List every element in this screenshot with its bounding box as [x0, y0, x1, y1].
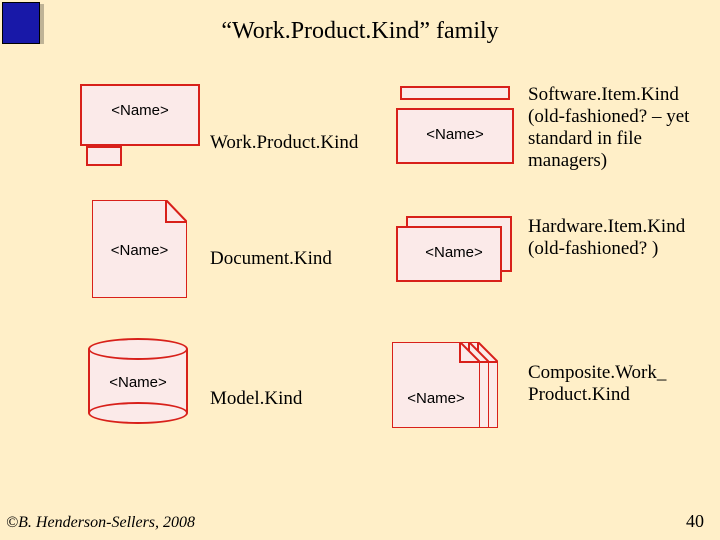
document-kind-icon: <Name>	[92, 200, 187, 298]
model-kind-icon: <Name>	[88, 338, 188, 424]
hardware-item-kind-icon: <Name>	[396, 216, 512, 282]
slide-title: “Work.Product.Kind” family	[0, 18, 720, 45]
placeholder-label: <Name>	[111, 242, 169, 259]
page-number: 40	[686, 511, 704, 532]
placeholder-label: <Name>	[407, 390, 465, 407]
placeholder-label: <Name>	[109, 374, 167, 391]
model-kind-label: Model.Kind	[210, 388, 390, 410]
hardware-item-kind-label: Hardware.Item.Kind (old-fashioned? )	[528, 216, 708, 260]
composite-work-product-kind-label: Composite.Work_ Product.Kind	[528, 362, 708, 406]
software-item-kind-label: Software.Item.Kind (old-fashioned? – yet…	[528, 84, 708, 171]
placeholder-label: <Name>	[111, 102, 169, 119]
work-product-kind-icon: <Name>	[80, 84, 200, 169]
placeholder-label: <Name>	[425, 244, 483, 261]
work-product-kind-label: Work.Product.Kind	[210, 132, 390, 154]
document-kind-label: Document.Kind	[210, 248, 390, 270]
placeholder-label: <Name>	[426, 126, 484, 143]
composite-work-product-kind-icon: <Name>	[392, 342, 500, 442]
copyright-footer: ©B. Henderson-Sellers, 2008	[6, 514, 195, 532]
software-item-kind-icon: <Name>	[396, 86, 514, 166]
